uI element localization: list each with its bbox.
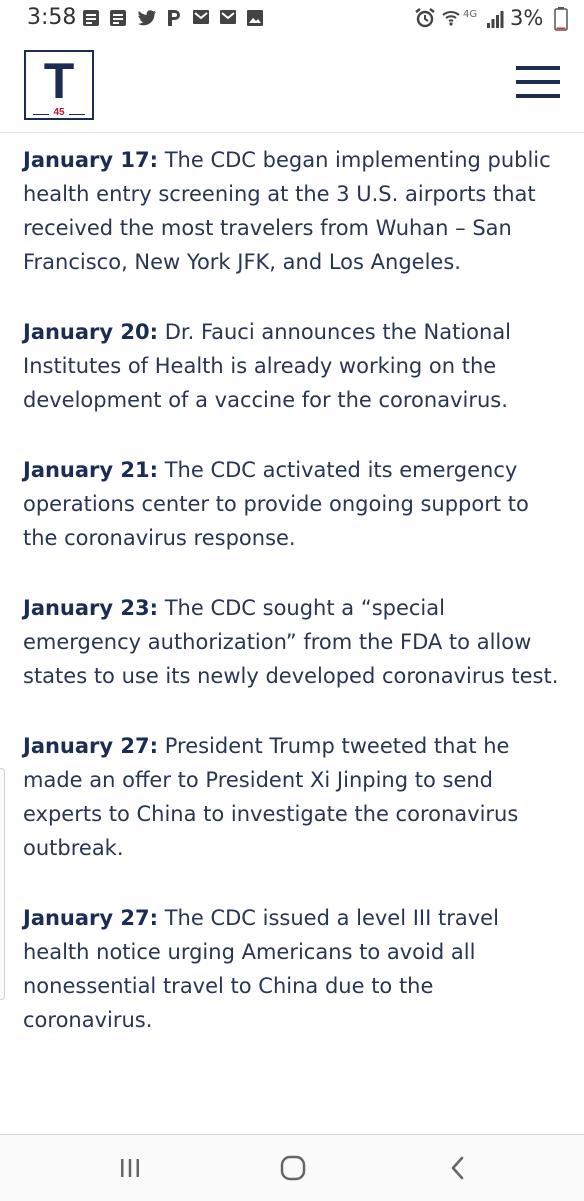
system-icons: 4G 3% (414, 6, 584, 32)
logo-letter: T (43, 53, 75, 109)
timeline-entry: January 17: The CDC began implementing p… (23, 143, 568, 279)
pandora-icon (168, 10, 180, 26)
logo-number: 45 (53, 107, 65, 118)
gmail-icon (193, 10, 209, 24)
battery-icon (554, 7, 568, 31)
gmail-icon (220, 10, 236, 24)
home-icon (280, 1155, 306, 1181)
image-icon (247, 10, 263, 26)
timeline-entry: January 21: The CDC activated its emerge… (23, 453, 568, 555)
home-button[interactable] (262, 1135, 322, 1201)
navigation-bar (0, 1134, 584, 1201)
entry-date: January 17: (23, 148, 159, 172)
entry-date: January 27: (23, 734, 159, 758)
battery-percent: 3% (510, 6, 544, 30)
timeline-entry: January 20: Dr. Fauci announces the Nati… (23, 315, 568, 417)
entry-date: January 20: (23, 320, 159, 344)
twitter-icon (137, 10, 156, 26)
message-icon (83, 10, 99, 26)
alarm-icon (415, 8, 435, 28)
4g-icon: 4G (463, 9, 477, 20)
entry-date: January 23: (23, 596, 159, 620)
site-logo[interactable]: T 45 (24, 50, 94, 120)
status-time: 3:58 (27, 5, 77, 30)
hamburger-menu-icon[interactable] (516, 66, 562, 100)
edge-panel-handle[interactable] (0, 768, 5, 1000)
svg-text:4G: 4G (463, 9, 477, 20)
back-button[interactable] (428, 1135, 488, 1201)
recent-apps-icon (121, 1159, 139, 1177)
timeline-entry: January 27: The CDC issued a level III t… (23, 901, 568, 1037)
timeline-content: January 17: The CDC began implementing p… (23, 143, 568, 1073)
recent-apps-button[interactable] (100, 1135, 160, 1201)
wifi-calling-icon (442, 11, 460, 26)
status-bar: 3:58 4G 3% (0, 0, 584, 36)
app-header: T 45 (0, 36, 584, 133)
timeline-entry: January 27: President Trump tweeted that… (23, 729, 568, 865)
message-icon (110, 10, 126, 26)
signal-icon (487, 11, 504, 28)
timeline-entry: January 23: The CDC sought a “special em… (23, 591, 568, 693)
back-icon (451, 1156, 464, 1180)
entry-date: January 21: (23, 458, 159, 482)
entry-date: January 27: (23, 906, 159, 930)
